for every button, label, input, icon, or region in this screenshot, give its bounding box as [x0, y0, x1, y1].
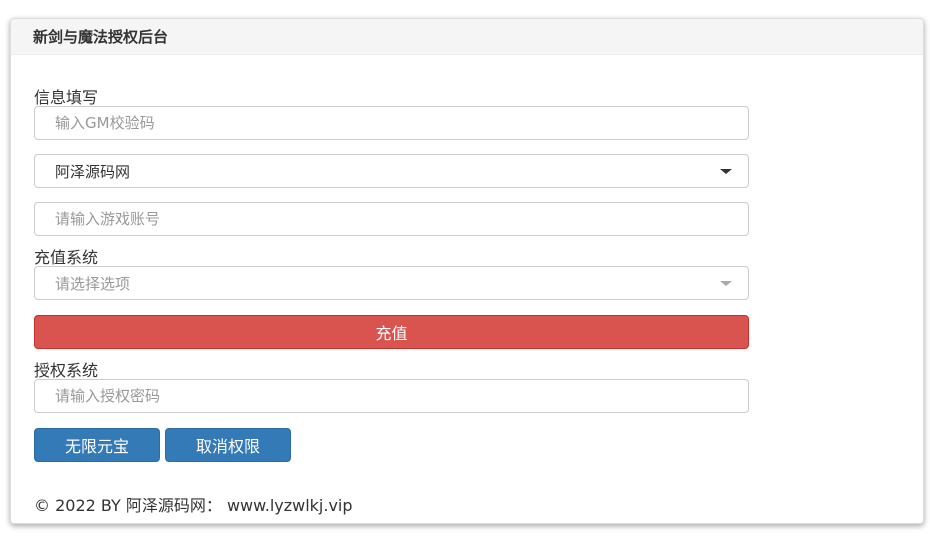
auth-section-label: 授权系统 — [34, 361, 99, 380]
recharge-option-select[interactable]: 请选择选项 — [34, 266, 749, 300]
auth-password-field[interactable] — [34, 379, 749, 413]
chevron-down-icon — [720, 168, 732, 174]
account-field[interactable] — [34, 202, 749, 236]
server-select-value: 阿泽源码网 — [55, 162, 131, 181]
unlimited-yuanbao-button[interactable]: 无限元宝 — [34, 428, 160, 462]
gm-code-input[interactable] — [55, 114, 728, 132]
info-section-label: 信息填写 — [34, 88, 99, 107]
footer-copyright: © 2022 BY 阿泽源码网： www.lyzwlkj.vip — [34, 496, 353, 515]
recharge-section-label: 充值系统 — [34, 248, 99, 267]
revoke-permission-button[interactable]: 取消权限 — [165, 428, 291, 462]
auth-password-input[interactable] — [55, 387, 728, 405]
recharge-option-placeholder: 请选择选项 — [55, 274, 131, 293]
chevron-down-icon — [720, 280, 732, 286]
panel-title: 新剑与魔法授权后台 — [11, 19, 923, 55]
gm-code-field[interactable] — [34, 106, 749, 140]
account-input[interactable] — [55, 210, 728, 228]
server-select[interactable]: 阿泽源码网 — [34, 154, 749, 188]
auth-panel: 新剑与魔法授权后台 信息填写 阿泽源码网 充值系统 请选择选项 充值 授权系统 … — [10, 18, 924, 524]
recharge-button[interactable]: 充值 — [34, 315, 749, 349]
